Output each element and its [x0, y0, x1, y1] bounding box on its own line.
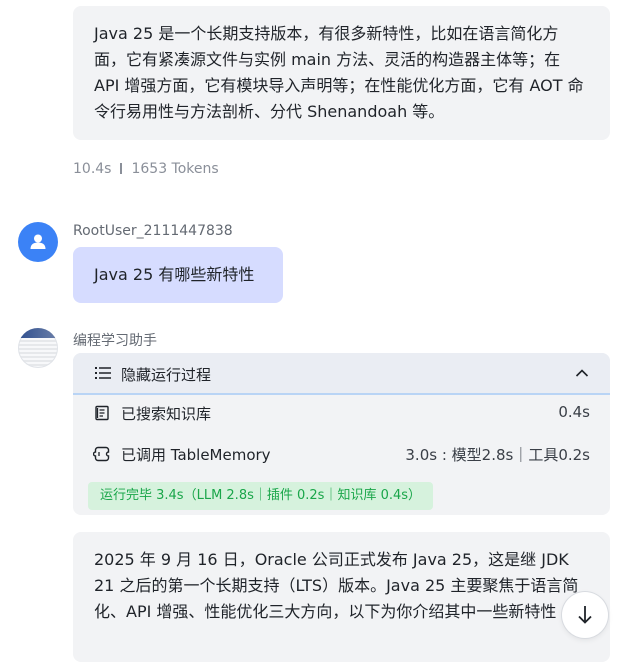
run-step-label: 已调用 TableMemory: [121, 446, 271, 464]
previous-answer-text: Java 25 是一个长期支持版本，有很多新特性，比如在语言简化方面，它有紧凑源…: [94, 24, 584, 121]
previous-answer-meta: 10.4s 1653 Tokens: [73, 161, 219, 177]
user-message-bubble: Java 25 有哪些新特性: [73, 247, 283, 303]
scroll-to-bottom-button[interactable]: [562, 592, 608, 638]
response-duration: 10.4s: [73, 161, 112, 177]
run-step-plugin: 已调用 TableMemory 3.0s : 模型2.8s｜工具0.2s: [73, 439, 610, 469]
list-icon: [95, 367, 111, 379]
document-icon: [95, 405, 109, 421]
run-step-knowledge: 已搜索知识库 0.4s: [73, 398, 610, 428]
run-step-time: 3.0s : 模型2.8s｜工具0.2s: [405, 446, 590, 464]
run-process-toggle-label: 隐藏运行过程: [121, 366, 212, 384]
assistant-answer-text: 2025 年 9 月 16 日，Oracle 公司正式发布 Java 25，这是…: [94, 550, 579, 621]
run-complete-badge: 运行完毕 3.4s（LLM 2.8s｜插件 0.2s｜知识库 0.4s）: [88, 482, 434, 510]
run-step-time: 0.4s: [558, 403, 590, 421]
chevron-up-icon: [575, 369, 589, 377]
run-process-card: 隐藏运行过程 已搜索知识库 0.4s 已调用 TableMemory 3.0s …: [73, 353, 610, 515]
assistant-answer-bubble: 2025 年 9 月 16 日，Oracle 公司正式发布 Java 25，这是…: [73, 532, 610, 662]
user-icon: [30, 234, 46, 249]
assistant-avatar[interactable]: [18, 328, 58, 368]
plugin-icon: [93, 446, 110, 462]
run-process-toggle[interactable]: 隐藏运行过程: [73, 353, 610, 395]
user-name: RootUser_2111447838: [73, 223, 233, 239]
arrow-down-icon: [578, 606, 592, 624]
meta-divider: [120, 163, 123, 174]
assistant-name: 编程学习助手: [73, 333, 157, 349]
run-step-label: 已搜索知识库: [121, 405, 212, 423]
token-count: 1653 Tokens: [131, 161, 219, 177]
user-message-text: Java 25 有哪些新特性: [94, 265, 255, 284]
previous-answer-bubble: Java 25 是一个长期支持版本，有很多新特性，比如在语言简化方面，它有紧凑源…: [73, 6, 610, 140]
user-avatar[interactable]: [18, 222, 58, 262]
